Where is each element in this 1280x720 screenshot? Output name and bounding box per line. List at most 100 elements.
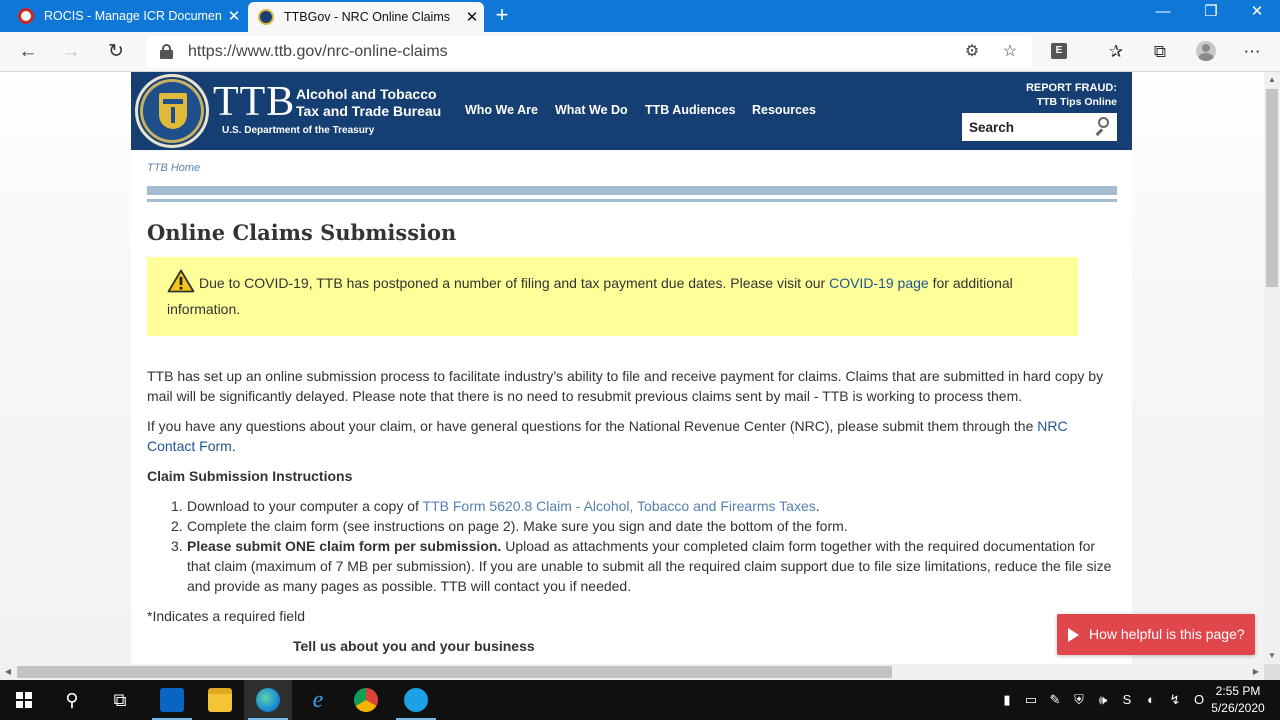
item-text: Download to your computer a copy of <box>187 498 423 514</box>
covid-page-link[interactable]: COVID-19 page <box>829 275 929 291</box>
extension-icon[interactable]: E <box>1051 43 1067 59</box>
page-content: TTB Alcohol and Tobacco Tax and Trade Bu… <box>131 72 1132 664</box>
site-search <box>962 113 1117 141</box>
department-name: U.S. Department of the Treasury <box>222 125 375 136</box>
network-icon[interactable]: ▭ <box>1022 691 1040 709</box>
url-text[interactable]: https://www.ttb.gov/nrc-online-claims <box>188 43 448 61</box>
window-close-icon[interactable]: ✕ <box>1234 0 1280 32</box>
covid-alert-box: Due to COVID-19, TTB has postponed a num… <box>147 257 1078 336</box>
nav-ttb-audiences[interactable]: TTB Audiences <box>645 103 736 117</box>
scroll-right-icon[interactable]: ▶ <box>1248 664 1264 680</box>
edge-taskbar-button[interactable] <box>244 680 292 720</box>
warning-icon <box>167 269 195 293</box>
ttb-tips-link[interactable]: TTB Tips Online <box>1037 96 1117 108</box>
favorite-star-icon[interactable]: ☆ <box>998 40 1022 64</box>
ttb-logo-text[interactable]: TTB <box>213 78 295 126</box>
feedback-button[interactable]: How helpful is this page? <box>1057 614 1255 655</box>
collections-icon[interactable]: ⧉ <box>1146 38 1174 66</box>
form-section-title: Tell us about you and your business <box>293 638 535 654</box>
tab-rocis[interactable]: ROCIS - Manage ICR Documents ✕ <box>8 0 246 32</box>
feedback-label: How helpful is this page? <box>1089 626 1245 642</box>
sync-icon[interactable]: ↯ <box>1166 691 1184 709</box>
skype-tray-icon[interactable]: S <box>1118 691 1136 709</box>
search-taskbar-button[interactable]: ⚲ <box>48 680 96 720</box>
internet-explorer-icon: e <box>312 687 324 713</box>
horizontal-scrollbar[interactable]: ◀ ▶ <box>0 664 1264 680</box>
page-title: Online Claims Submission <box>147 220 457 245</box>
agency-name-line2[interactable]: Tax and Trade Bureau <box>296 103 441 119</box>
skype-icon <box>404 688 428 712</box>
volume-icon[interactable]: 🕪 <box>1094 691 1112 709</box>
skype-taskbar-button[interactable] <box>392 680 440 720</box>
scroll-down-icon[interactable]: ▼ <box>1264 648 1280 664</box>
list-item: 2. Complete the claim form (see instructi… <box>147 516 1117 536</box>
new-tab-button[interactable]: + <box>490 3 514 27</box>
taskbar-time[interactable]: 2:55 PM <box>1210 684 1266 698</box>
outlook-tray-icon[interactable]: O <box>1190 691 1208 709</box>
chrome-taskbar-button[interactable] <box>342 680 390 720</box>
file-explorer-taskbar-button[interactable] <box>196 680 244 720</box>
vertical-scrollbar[interactable]: ▲ ▼ <box>1264 72 1280 664</box>
list-item: 1. Download to your computer a copy of TT… <box>147 496 1117 516</box>
chrome-icon <box>354 688 378 712</box>
forward-icon[interactable]: → <box>57 38 85 66</box>
search-icon[interactable] <box>1093 117 1111 137</box>
list-number: 1. <box>171 498 183 514</box>
required-field-note: *Indicates a required field <box>147 608 305 624</box>
scroll-left-icon[interactable]: ◀ <box>0 664 16 680</box>
restore-icon[interactable]: ❐ <box>1188 0 1234 32</box>
contact-text: If you have any questions about your cla… <box>147 418 1038 434</box>
form-5620-link[interactable]: TTB Form 5620.8 Claim - Alcohol, Tobacco… <box>423 498 816 514</box>
report-fraud-label: REPORT FRAUD: <box>1025 82 1117 94</box>
security-shield-icon[interactable]: ⛨ <box>1070 691 1088 709</box>
rocis-favicon-icon <box>18 8 34 24</box>
internet-explorer-taskbar-button[interactable]: e <box>294 680 342 720</box>
contact-text-end: . <box>231 438 236 454</box>
vertical-scroll-thumb[interactable] <box>1266 89 1278 287</box>
scroll-up-icon[interactable]: ▲ <box>1264 72 1280 88</box>
ttb-favicon-icon <box>258 9 274 25</box>
alert-text: Due to COVID-19, TTB has postponed a num… <box>199 275 830 291</box>
task-view-icon: ⧉ <box>113 690 127 710</box>
play-icon <box>1068 628 1079 642</box>
nav-what-we-do[interactable]: What We Do <box>555 103 628 117</box>
pen-icon[interactable]: ✎ <box>1046 691 1064 709</box>
start-button[interactable] <box>0 680 48 720</box>
tracking-prevention-icon[interactable]: ⚙ <box>960 40 984 64</box>
horizontal-scroll-thumb[interactable] <box>17 666 892 678</box>
windows-logo-icon <box>16 692 32 708</box>
outlook-taskbar-button[interactable] <box>148 680 196 720</box>
nav-who-we-are[interactable]: Who We Are <box>465 103 538 117</box>
agency-name-line1[interactable]: Alcohol and Tobacco <box>296 86 437 102</box>
tab-close-icon[interactable]: ✕ <box>222 7 246 25</box>
refresh-icon[interactable]: ↻ <box>102 38 130 66</box>
url-bar[interactable]: https://www.ttb.gov/nrc-online-claims ⚙ … <box>146 36 1032 68</box>
list-number: 3. <box>171 538 183 554</box>
item-text: Complete the claim form (see instruction… <box>187 518 848 534</box>
list-number: 2. <box>171 518 183 534</box>
contact-paragraph: If you have any questions about your cla… <box>147 416 1117 456</box>
treasury-seal-icon[interactable] <box>135 74 209 148</box>
breadcrumb-home-link[interactable]: TTB Home <box>147 162 200 174</box>
browser-tab-bar: ROCIS - Manage ICR Documents ✕ TTBGov - … <box>0 0 1280 32</box>
intro-paragraph: TTB has set up an online submission proc… <box>147 368 1104 404</box>
item-bold-text: Please submit ONE claim form per submiss… <box>187 538 502 554</box>
site-header: TTB Alcohol and Tobacco Tax and Trade Bu… <box>131 72 1132 150</box>
profile-avatar-icon[interactable] <box>1196 41 1216 61</box>
nav-resources[interactable]: Resources <box>752 103 816 117</box>
address-toolbar: ← → ↻ https://www.ttb.gov/nrc-online-cla… <box>0 32 1280 72</box>
taskbar-date[interactable]: 5/26/2020 <box>1210 701 1266 715</box>
edge-tray-icon[interactable]: ◐ <box>1142 691 1160 709</box>
instructions-heading: Claim Submission Instructions <box>147 468 353 484</box>
tab-close-icon[interactable]: ✕ <box>460 8 484 26</box>
more-menu-icon[interactable]: ⋯ <box>1238 38 1266 66</box>
windows-taskbar: ⚲ ⧉ e ▮ ▭ ✎ ⛨ 🕪 S ◐ ↯ O 2:55 PM 5/26/202… <box>0 680 1280 720</box>
minimize-icon[interactable]: — <box>1140 0 1186 32</box>
search-input[interactable] <box>962 113 1092 141</box>
favorites-icon[interactable]: ✰ <box>1102 38 1130 66</box>
search-icon: ⚲ <box>65 690 79 710</box>
back-icon[interactable]: ← <box>14 38 42 66</box>
battery-icon[interactable]: ▮ <box>998 691 1016 709</box>
tab-ttbgov[interactable]: TTBGov - NRC Online Claims ✕ <box>248 2 484 32</box>
task-view-button[interactable]: ⧉ <box>96 680 144 720</box>
